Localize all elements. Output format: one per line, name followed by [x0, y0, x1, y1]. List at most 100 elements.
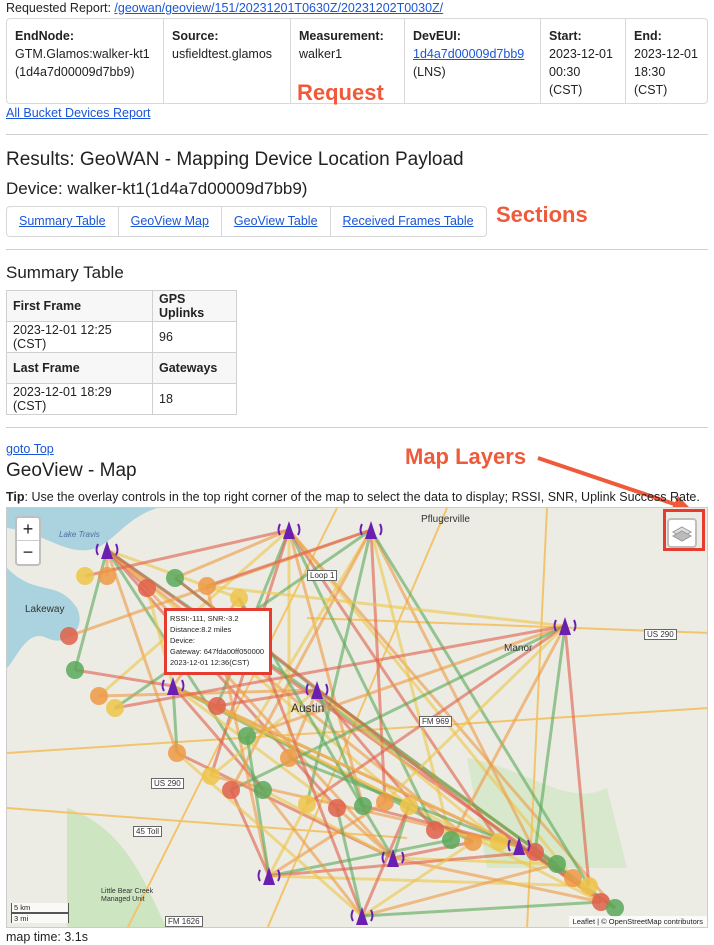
device-title: Device: walker-kt1(1d4a7d00009d7bb9) [6, 179, 308, 198]
goto-top-link[interactable]: goto Top [6, 442, 54, 456]
map-popup: RSSI:-111, SNR:-3.2 Distance:8.2 miles D… [164, 608, 272, 675]
zoom-out-button[interactable]: − [17, 541, 39, 564]
geoview-title: GeoView - Map [6, 460, 137, 481]
uplink-point [138, 579, 156, 597]
map-canvas[interactable] [7, 508, 708, 928]
scale-mi: 3 mi [11, 913, 69, 923]
gateways-header: Gateways [152, 352, 237, 384]
uplink-point [230, 589, 248, 607]
first-frame-header: First Frame [6, 290, 153, 322]
uplink-point [564, 869, 582, 887]
request-annotation: Request [297, 80, 384, 105]
first-frame-value: 2023-12-01 12:25 (CST) [6, 321, 153, 353]
tab-geoview-map[interactable]: GeoView Map [119, 207, 222, 236]
gateways-value: 18 [152, 383, 237, 415]
road-shield: Loop 1 [307, 570, 338, 581]
road-shield: 45 Toll [133, 826, 162, 837]
uplink-point [198, 577, 216, 595]
uplink-point [442, 831, 460, 849]
requested-label: Requested Report: [6, 1, 111, 15]
source-value: usfieldtest.glamos [172, 47, 273, 61]
deveui-suffix: (LNS) [413, 65, 446, 79]
place-label: Lakeway [25, 604, 65, 615]
map-layers-annotation: Map Layers [405, 444, 527, 469]
uplink-point [328, 799, 346, 817]
end-cell: End: 2023-12-01 18:30 (CST) [626, 19, 707, 103]
road-shield: US 290 [644, 629, 677, 640]
deveui-label: DevEUI: [413, 29, 461, 43]
uplink-point [280, 749, 298, 767]
summary-table: First Frame GPS Uplinks 2023-12-01 12:25… [6, 290, 237, 415]
table-row: First Frame GPS Uplinks [6, 290, 237, 322]
uplink-point [238, 727, 256, 745]
uplink-point [426, 821, 444, 839]
all-bucket-devices-link[interactable]: All Bucket Devices Report [6, 106, 151, 120]
sections-annotation: Sections [496, 202, 588, 227]
table-row: Last Frame Gateways [6, 352, 237, 384]
popup-rssi: RSSI:-111, SNR:-3.2 [170, 614, 239, 623]
section-tabs: Summary Table GeoView Map GeoView Table … [6, 206, 487, 237]
place-label: Austin [291, 701, 325, 715]
endnode-cell: EndNode: GTM.Glamos:walker-kt1(1d4a7d000… [7, 19, 164, 103]
measurement-value: walker1 [299, 47, 343, 61]
uplink-point [464, 833, 482, 851]
uplink-point [580, 877, 598, 895]
place-label: Manor [504, 643, 533, 654]
uplink-point [606, 899, 624, 917]
uplink-point [222, 781, 240, 799]
zoom-in-button[interactable]: + [17, 518, 39, 541]
divider [6, 134, 708, 135]
popup-device: Device: [170, 636, 196, 645]
uplink-point [90, 687, 108, 705]
last-frame-value: 2023-12-01 18:29 (CST) [6, 383, 153, 415]
uplink-point [548, 855, 566, 873]
zoom-control: + − [15, 516, 41, 566]
gps-uplinks-value: 96 [152, 321, 237, 353]
uplink-point [208, 697, 226, 715]
deveui-cell: DevEUI: 1d4a7d00009d7bb9 (LNS) [405, 19, 541, 103]
divider [6, 427, 708, 428]
place-label: Lake Travis [59, 530, 100, 539]
uplink-point [66, 661, 84, 679]
map-attribution[interactable]: Leaflet | © OpenStreetMap contributors [568, 916, 707, 927]
endnode-value: GTM.Glamos:walker-kt1(1d4a7d00009d7bb9) [15, 47, 150, 79]
uplink-point [98, 567, 116, 585]
gps-uplinks-header: GPS Uplinks [152, 290, 237, 322]
start-cell: Start: 2023-12-01 00:30 (CST) [541, 19, 626, 103]
tip-body: : Use the overlay controls in the top ri… [24, 490, 700, 504]
divider [6, 249, 708, 250]
tip-text: Tip: Use the overlay controls in the top… [6, 490, 700, 504]
uplink-point [490, 833, 508, 851]
end-label: End: [634, 29, 662, 43]
place-label: Pflugerville [421, 514, 470, 525]
tab-geoview-table[interactable]: GeoView Table [222, 207, 331, 236]
summary-title: Summary Table [6, 263, 124, 282]
geoview-map[interactable]: Pflugerville Lakeway Manor Austin Loop 1… [6, 507, 708, 928]
tab-summary-table[interactable]: Summary Table [7, 207, 119, 236]
source-cell: Source: usfieldtest.glamos [164, 19, 291, 103]
map-time: map time: 3.1s [6, 930, 88, 944]
start-label: Start: [549, 29, 582, 43]
uplink-point [400, 797, 418, 815]
scale-bar: 5 km 3 mi [11, 903, 69, 923]
requested-report-link[interactable]: /geowan/geoview/151/20231201T0630Z/20231… [114, 1, 443, 15]
layers-icon [671, 526, 693, 542]
uplink-point [254, 781, 272, 799]
endnode-label: EndNode: [15, 29, 75, 43]
uplink-point [76, 567, 94, 585]
tab-received-frames-table[interactable]: Received Frames Table [331, 207, 486, 236]
popup-gateway: Gateway: 647fda00ff050000 [170, 647, 265, 656]
place-label: Little Bear Creek Managed Unit [101, 888, 154, 903]
layers-control[interactable] [667, 518, 697, 548]
uplink-point [166, 569, 184, 587]
last-frame-header: Last Frame [6, 352, 153, 384]
road-shield: US 290 [151, 778, 184, 789]
popup-time: 2023-12-01 12:36(CST) [170, 658, 250, 667]
end-value: 2023-12-01 18:30 (CST) [634, 47, 698, 97]
scale-km: 5 km [11, 903, 69, 913]
source-label: Source: [172, 29, 219, 43]
results-title: Results: GeoWAN - Mapping Device Locatio… [6, 149, 464, 170]
requested-report-line: Requested Report: /geowan/geoview/151/20… [6, 1, 443, 15]
deveui-link[interactable]: 1d4a7d00009d7bb9 [413, 47, 524, 61]
uplink-point [298, 795, 316, 813]
